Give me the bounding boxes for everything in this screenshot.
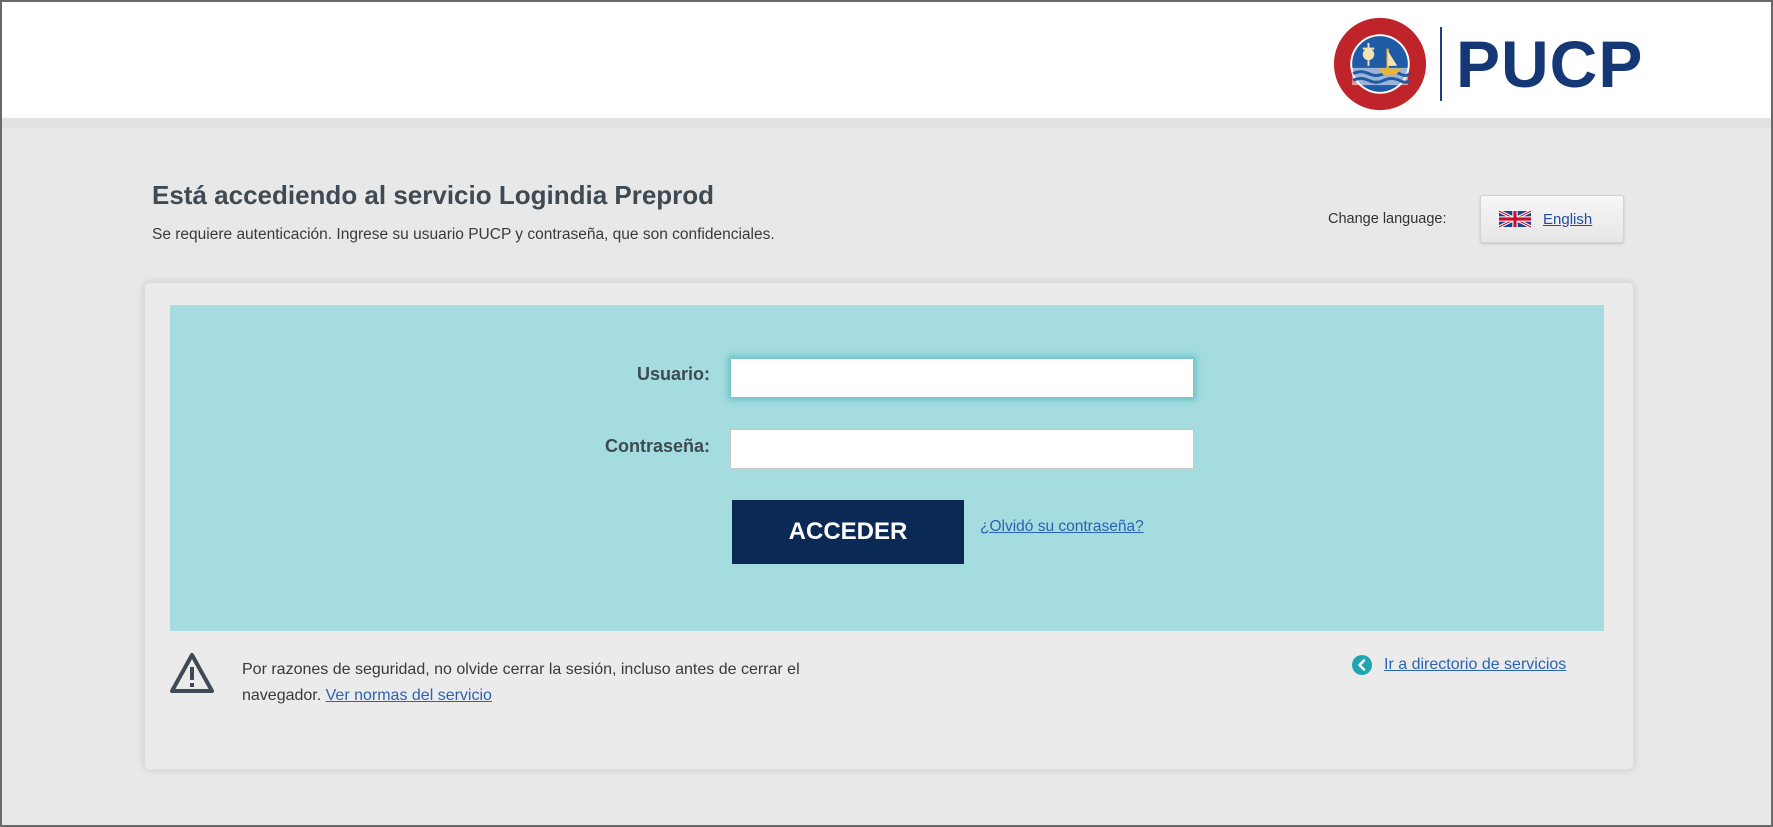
acceder-button[interactable]: ACCEDER [732, 500, 964, 564]
warning-icon [170, 653, 214, 693]
page-subtitle: Se requiere autenticación. Ingrese su us… [152, 226, 775, 243]
uk-flag-icon [1499, 210, 1531, 228]
security-notice: Por razones de seguridad, no olvide cerr… [242, 657, 802, 708]
forgot-password-link[interactable]: ¿Olvidó su contraseña? [980, 518, 1144, 536]
username-input[interactable] [730, 358, 1194, 398]
service-rules-link[interactable]: Ver normas del servicio [326, 687, 492, 704]
page-title: Está accediendo al servicio Logindia Pre… [152, 180, 715, 210]
english-link[interactable]: English [1543, 211, 1592, 228]
site-header: PUCP [2, 2, 1771, 128]
services-directory[interactable]: Ir a directorio de servicios [1352, 655, 1566, 675]
logo-divider [1440, 27, 1442, 101]
browser-viewport: PUCP Está accediendo al servicio Logindi… [0, 0, 1773, 827]
password-label: Contraseña: [604, 436, 710, 456]
pucp-logo[interactable]: PUCP [1332, 16, 1643, 112]
change-language-label: Change language: [1328, 211, 1447, 227]
password-input[interactable] [730, 429, 1194, 469]
logo-text: PUCP [1456, 27, 1644, 101]
university-seal-icon [1333, 17, 1427, 111]
username-label: Usuario: [636, 364, 710, 384]
chevron-left-circle-icon [1352, 655, 1372, 675]
services-directory-link[interactable]: Ir a directorio de servicios [1384, 656, 1566, 674]
language-switch-button[interactable]: English [1480, 195, 1624, 243]
